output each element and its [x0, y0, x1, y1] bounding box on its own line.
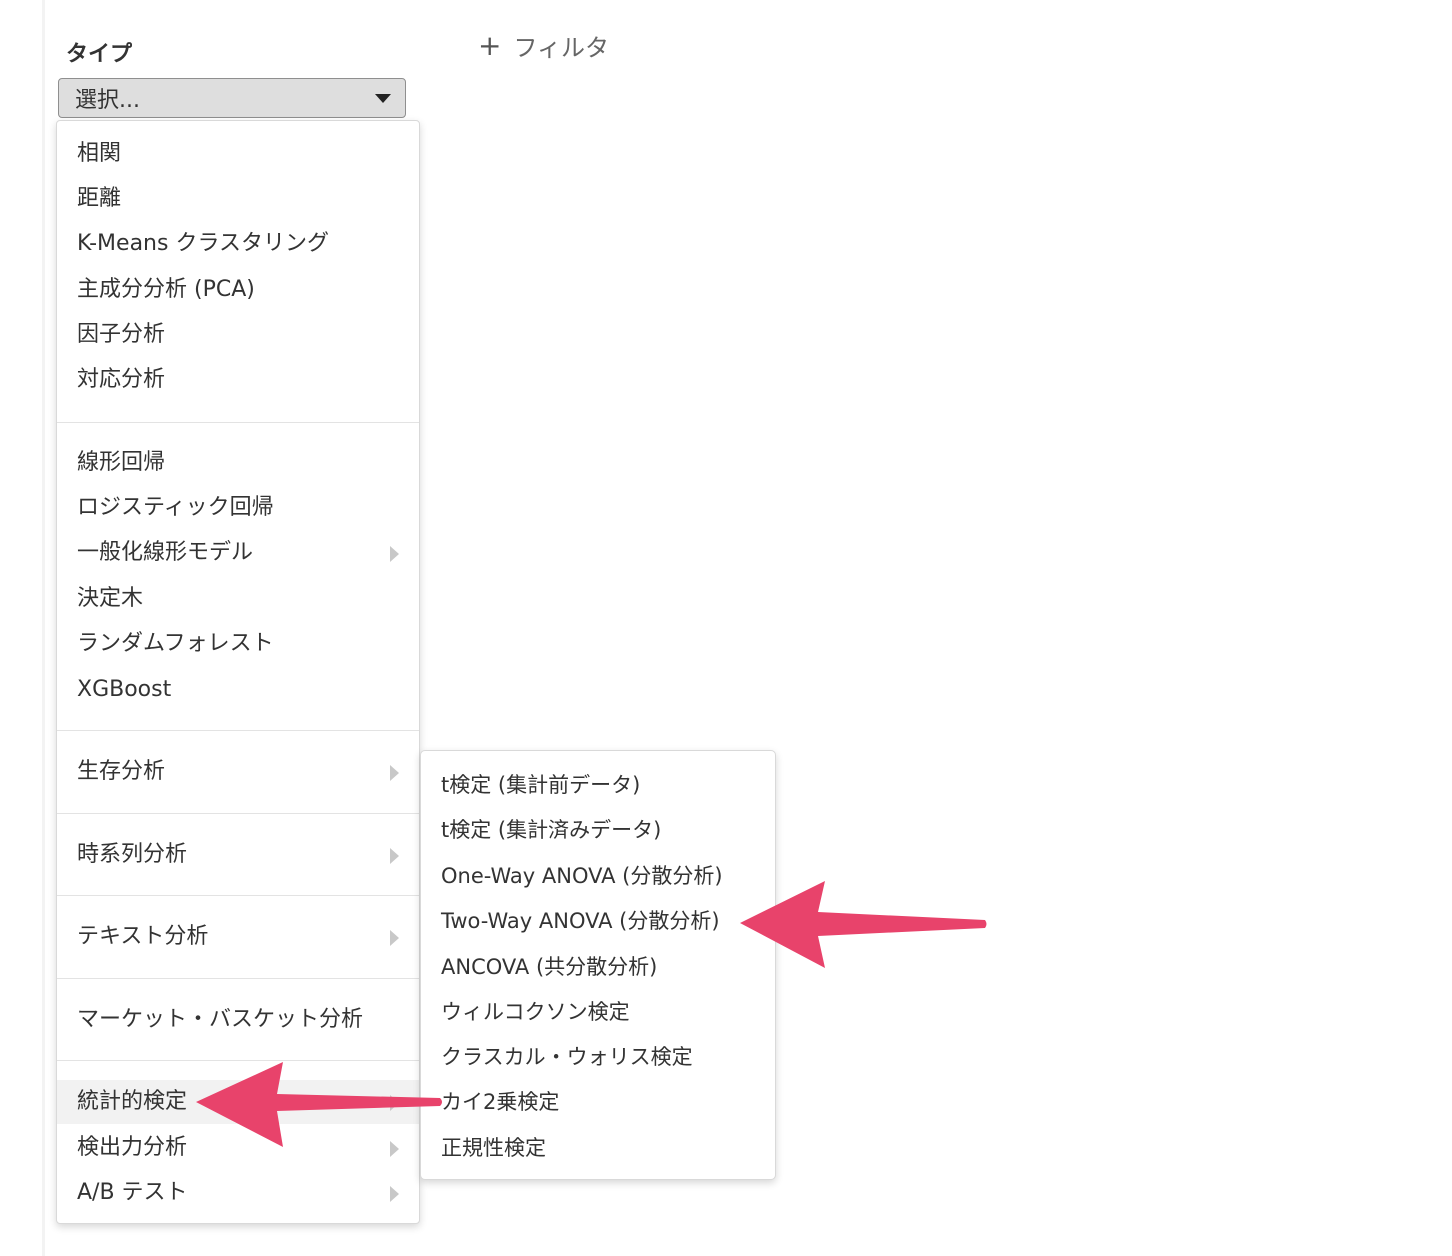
plus-icon: + — [478, 28, 502, 62]
submenu-item-chi-square[interactable]: カイ2乗検定 — [421, 1080, 775, 1124]
menu-item-decision-tree[interactable]: 決定木 — [57, 577, 419, 621]
submenu-item-normality-test[interactable]: 正規性検定 — [421, 1126, 775, 1170]
menu-divider — [57, 978, 419, 979]
menu-item-distance[interactable]: 距離 — [57, 177, 419, 221]
type-label: タイプ — [66, 42, 133, 67]
submenu-item-t-test-aggregated[interactable]: t検定 (集計済みデータ) — [421, 808, 775, 852]
menu-item-linear-regression[interactable]: 線形回帰 — [57, 441, 419, 485]
submenu-arrow-icon — [390, 1186, 399, 1202]
menu-item-time-series[interactable]: 時系列分析 — [57, 833, 419, 877]
menu-item-statistical-test[interactable]: 統計的検定 — [57, 1080, 419, 1124]
annotation-arrow-icon — [740, 881, 987, 968]
submenu-item-wilcoxon[interactable]: ウィルコクソン検定 — [421, 990, 775, 1034]
menu-item-xgboost[interactable]: XGBoost — [57, 668, 419, 712]
submenu-arrow-icon — [390, 765, 399, 781]
submenu-arrow-icon — [390, 930, 399, 946]
menu-divider — [57, 813, 419, 814]
submenu-item-t-test-raw[interactable]: t検定 (集計前データ) — [421, 763, 775, 807]
menu-item-random-forest[interactable]: ランダムフォレスト — [57, 622, 419, 666]
menu-divider — [57, 730, 419, 731]
menu-item-logistic-regression[interactable]: ロジスティック回帰 — [57, 486, 419, 530]
caret-down-icon — [375, 93, 391, 103]
menu-item-correlation[interactable]: 相関 — [57, 132, 419, 176]
type-select[interactable]: 選択... — [58, 78, 406, 118]
menu-item-correspondence-analysis[interactable]: 対応分析 — [57, 358, 419, 402]
menu-divider — [57, 895, 419, 896]
submenu-item-ancova[interactable]: ANCOVA (共分散分析) — [421, 945, 775, 989]
menu-divider — [57, 1060, 419, 1061]
submenu-item-kruskal-wallis[interactable]: クラスカル・ウォリス検定 — [421, 1035, 775, 1079]
add-filter-button[interactable]: + フィルタ — [478, 28, 609, 63]
menu-item-factor-analysis[interactable]: 因子分析 — [57, 313, 419, 357]
type-dropdown-menu: 相関 距離 K-Means クラスタリング 主成分分析 (PCA) 因子分析 対… — [56, 120, 420, 1224]
submenu-arrow-icon — [390, 848, 399, 864]
menu-item-text-analysis[interactable]: テキスト分析 — [57, 915, 419, 959]
select-value: 選択... — [75, 88, 140, 113]
menu-item-power-analysis[interactable]: 検出力分析 — [57, 1126, 419, 1170]
menu-divider — [57, 422, 419, 423]
menu-item-kmeans[interactable]: K-Means クラスタリング — [57, 222, 419, 266]
statistical-test-submenu: t検定 (集計前データ) t検定 (集計済みデータ) One-Way ANOVA… — [420, 750, 776, 1180]
filter-label: フィルタ — [513, 34, 609, 62]
menu-item-pca[interactable]: 主成分分析 (PCA) — [57, 268, 419, 312]
menu-item-survival-analysis[interactable]: 生存分析 — [57, 750, 419, 794]
menu-item-glm[interactable]: 一般化線形モデル — [57, 531, 419, 575]
submenu-item-one-way-anova[interactable]: One-Way ANOVA (分散分析) — [421, 854, 775, 898]
submenu-item-two-way-anova[interactable]: Two-Way ANOVA (分散分析) — [421, 899, 775, 943]
left-border — [42, 0, 45, 1256]
submenu-arrow-icon — [390, 1141, 399, 1157]
submenu-arrow-icon — [390, 1095, 399, 1111]
submenu-arrow-icon — [390, 546, 399, 562]
menu-item-ab-test[interactable]: A/B テスト — [57, 1171, 419, 1215]
menu-item-market-basket[interactable]: マーケット・バスケット分析 — [57, 998, 419, 1042]
